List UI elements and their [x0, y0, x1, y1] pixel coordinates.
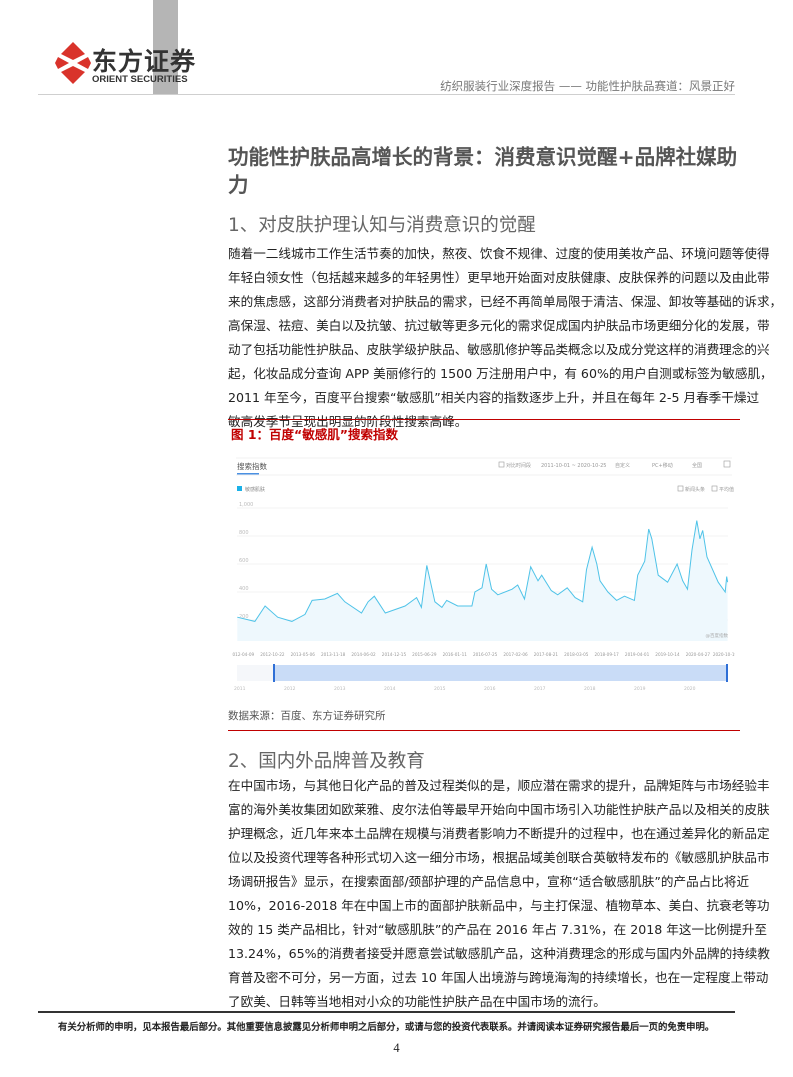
slider-year-label: 2014: [384, 686, 396, 692]
logo-text-cn: 东方证券: [92, 47, 197, 76]
text-line: 育普及密不可分，另一方面，过去 10 年国人出境游与跨境海淘的持续增长，也在一定…: [228, 970, 769, 985]
x-tick-label: 2018-09-17: [595, 652, 620, 657]
text-line: 在中国市场，与其他日化产品的普及过程类似的是，顺应潜在需求的提升，品牌矩阵与市场…: [228, 778, 770, 793]
text-line: 年轻白领女性（包括越来越多的年轻男性）更早地开始面对皮肤健康、皮肤保养的问题以及…: [228, 270, 770, 285]
custom-dropdown[interactable]: 自定义: [615, 462, 630, 469]
x-tick-label: 2012-04-09: [232, 652, 254, 657]
time-slider-selection[interactable]: [274, 665, 728, 681]
legend-label: 敏感肌肤: [245, 486, 265, 493]
text-line: 10%，2016-2018 年在中国上市的面部护肤新品中，与主打保湿、植物草本、…: [228, 898, 770, 913]
section1-paragraph: 随着一二线城市工作生活节奏的加快，熬夜、饮食不规律、过度的使用美妆产品、环境问题…: [228, 242, 783, 434]
section2-paragraph: 在中国市场，与其他日化产品的普及过程类似的是，顺应潜在需求的提升，品牌矩阵与市场…: [228, 774, 770, 1014]
slider-handle-left[interactable]: [273, 664, 275, 682]
text-line: 场调研报告》显示，在搜索面部/颈部护理的产品信息中，宣称“适合敏感肌肤”的产品占…: [228, 874, 750, 889]
legend-swatch: [237, 486, 242, 491]
watermark: @百度指数: [706, 632, 729, 639]
x-tick-label: 2014-12-15: [382, 652, 407, 657]
tab-search-index[interactable]: 搜索指数: [237, 461, 267, 471]
orient-securities-logo-icon: [55, 42, 91, 84]
slider-handle-right[interactable]: [726, 664, 728, 682]
figure-title: 图 1：百度“敏感肌”搜索指数: [231, 427, 398, 442]
x-tick-label: 2020-10-19: [713, 652, 735, 657]
date-range-picker[interactable]: 2011-10-01 ~ 2020-10-25: [541, 463, 606, 469]
x-tick-label: 2016-07-25: [473, 652, 498, 657]
average-label: 平均值: [719, 486, 734, 493]
x-tick-label: 2018-03-05: [564, 652, 589, 657]
x-tick-label: 2017-02-06: [503, 652, 528, 657]
footer-divider: [38, 1011, 735, 1013]
x-tick-label: 2012-10-22: [260, 652, 285, 657]
x-tick-label: 2016-01-11: [443, 652, 468, 657]
y-tick-label: 600: [239, 558, 249, 564]
page-title: 功能性护肤品高增长的背景：消费意识觉醒+品牌社媒助力: [228, 145, 738, 197]
slider-year-label: 2020: [684, 686, 696, 692]
slider-year-label: 2011: [234, 686, 246, 692]
text-line: 起，化妆品成分查询 APP 美丽修行的 1500 万注册用户中，有 60%的用户…: [228, 366, 773, 381]
region-dropdown[interactable]: 全国: [692, 462, 702, 469]
x-tick-label: 2013-05-06: [291, 652, 316, 657]
tab-underline: [237, 473, 259, 475]
page-number: 4: [393, 1041, 400, 1055]
slider-year-label: 2016: [484, 686, 496, 692]
footer-disclaimer: 有关分析师的申明，见本报告最后部分。其他重要信息披露见分析师申明之后部分，或请与…: [58, 1022, 715, 1033]
figure-bottom-rule: [228, 730, 740, 731]
compare-label: 对比时间段: [506, 462, 531, 469]
text-line: 效的 15 类产品相比，针对“敏感肌肤”的产品在 2016 年占 7.31%，在…: [228, 922, 768, 937]
text-line: 位以及投资代理等各种形式切入这一细分市场，根据品域美创联合英敏特发布的《敏感肌护…: [228, 850, 770, 865]
text-line: 随着一二线城市工作生活节奏的加快，熬夜、饮食不规律、过度的使用美妆产品、环境问题…: [228, 246, 770, 261]
x-tick-label: 2017-08-21: [534, 652, 559, 657]
text-line: 2011 年至今，百度平台搜索“敏感肌”相关内容的指数逐步上升，并且在每年 2-…: [228, 390, 760, 405]
report-header-title: 纺织服装行业深度报告 —— 功能性护肤品赛道：风景正好: [440, 79, 735, 93]
text-line: 护理概念，近几年来本土品牌在规模与消费者影响力不断提升的过程中，也在通过差异化的…: [228, 826, 770, 841]
y-tick-label: 800: [239, 530, 249, 536]
slider-year-label: 2017: [534, 686, 546, 692]
x-tick-label: 2020-04-27: [686, 652, 711, 657]
figure-top-rule: [228, 419, 740, 420]
logo-text-en: ORIENT SECURITIES: [92, 74, 188, 85]
y-tick-label: 400: [239, 586, 249, 592]
section2-heading: 2、国内外品牌普及教育: [228, 751, 425, 772]
figure-source: 数据来源：百度、东方证券研究所: [228, 710, 386, 722]
text-line: 来的焦虑感，这部分消费者对护肤品的需求，已经不再简单局限于清洁、保湿、卸妆等基础…: [228, 294, 783, 309]
x-tick-label: 2013-11-18: [321, 652, 346, 657]
text-line: 高保湿、祛痘、美白以及抗皱、抗过敏等更多元化的需求促成国内护肤品市场更细分化的发…: [228, 318, 770, 333]
slider-year-label: 2015: [434, 686, 446, 692]
slider-year-label: 2019: [634, 686, 646, 692]
x-tick-label: 2019-04-01: [625, 652, 650, 657]
slider-year-label: 2018: [584, 686, 596, 692]
text-line: 动了包括功能性护肤品、皮肤学级护肤品、敏感肌修护等品类概念以及成分党这样的消费理…: [228, 342, 770, 357]
slider-year-label: 2012: [284, 686, 296, 692]
device-dropdown[interactable]: PC+移动: [652, 462, 673, 469]
text-line: 富的海外美妆集团如欧莱雅、皮尔法伯等最早开始向中国市场引入功能性护肤产品以及相关…: [228, 802, 770, 817]
news-label: 新闻头条: [685, 486, 705, 493]
slider-year-label: 2013: [334, 686, 346, 692]
header-divider: [38, 94, 735, 95]
x-tick-label: 2014-06-02: [351, 652, 376, 657]
x-tick-label: 2019-10-14: [655, 652, 680, 657]
section1-heading: 1、对皮肤护理认知与消费意识的觉醒: [228, 215, 536, 236]
baidu-index-chart: 搜索指数 对比时间段 2011-10-01 ~ 2020-10-25 自定义 P…: [232, 448, 735, 700]
x-tick-label: 2015-06-29: [412, 652, 437, 657]
y-tick-label: 1,000: [239, 502, 253, 508]
text-line: 13.24%，65%的消费者接受并愿意尝试敏感肌产品，这种消费理念的形成与国内外…: [228, 946, 770, 961]
